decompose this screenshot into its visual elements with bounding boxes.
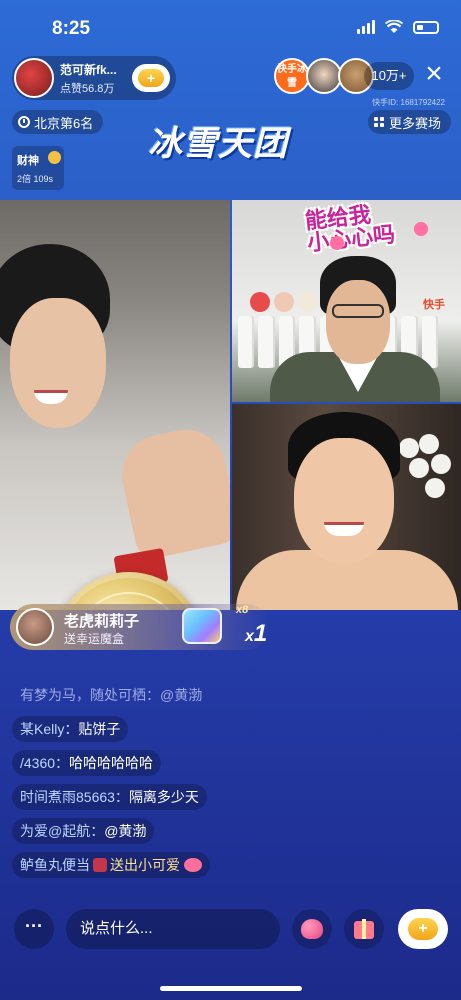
present-icon[interactable]	[344, 909, 384, 949]
guest-face	[294, 438, 394, 564]
gift-sender-name: 老虎莉莉子	[64, 613, 140, 630]
caishen-card[interactable]: 财神 2倍 109s	[12, 146, 64, 190]
host-info: 范可新fk... 点赞56.8万	[60, 61, 117, 96]
chat-gift-message[interactable]: 鲈鱼丸便当 送出小可爱	[12, 852, 210, 878]
gift-count: x1	[245, 620, 267, 648]
share-icon[interactable]: +	[398, 909, 448, 949]
gift-banner[interactable]: 老虎莉莉子 送幸运魔盒 x8 x1	[10, 604, 270, 650]
chat-user[interactable]: 为爱@起航：	[20, 818, 104, 844]
athlete-face	[10, 298, 106, 428]
chat-message[interactable]: 时间煮雨85663： 隔离多少天	[12, 784, 207, 810]
gift-count-value: 1	[253, 620, 268, 647]
caishen-timer: 2倍 109s	[17, 174, 54, 184]
caishen-title: 财神	[17, 155, 39, 167]
sticker-text: 能给我 小心心吗	[304, 202, 396, 256]
heart-sticker-icon	[330, 236, 344, 250]
guest-video-feed-2[interactable]	[232, 404, 461, 610]
follow-button[interactable]: +	[132, 64, 170, 92]
comment-input[interactable]: 说点什么...	[66, 909, 280, 949]
signal-icon	[357, 20, 375, 34]
viewer-avatar[interactable]	[306, 58, 342, 94]
guest-face	[326, 280, 390, 364]
main-video-feed[interactable]	[0, 200, 230, 610]
chat-text: 隔离多少天	[128, 789, 199, 805]
chat-user[interactable]: 鲈鱼丸便当	[20, 852, 90, 878]
location-label: 北京第6名	[34, 115, 94, 131]
host-avatar[interactable]	[14, 58, 54, 98]
heart-gift-icon	[184, 858, 202, 872]
glasses	[332, 304, 384, 318]
chat-list[interactable]: 有梦为马，随处可栖： @黄渤 某Kelly： 贴饼子 /4360： 哈哈哈哈哈哈 时间…	[12, 682, 312, 886]
bottom-bar: ··· 说点什么... +	[0, 905, 461, 955]
wifi-icon	[385, 20, 403, 33]
more-events-button[interactable]: 更多赛场	[367, 110, 451, 134]
more-events-label: 更多赛场	[388, 115, 441, 131]
chat-text: 贴饼子	[78, 721, 121, 737]
status-time: 8:25	[52, 18, 91, 39]
chat-text: 送出小可爱	[110, 857, 180, 873]
viewer-count[interactable]: 10万+	[364, 62, 414, 90]
host-info-pill[interactable]: 范可新fk... 点赞56.8万 +	[12, 56, 176, 100]
badge-icon	[93, 858, 107, 872]
chat-message[interactable]: 有梦为马，随处可栖： @黄渤	[12, 682, 210, 708]
heart-icon[interactable]	[292, 909, 332, 949]
athlete-hand	[114, 422, 230, 562]
host-likes: 点赞56.8万	[60, 82, 115, 95]
kuaishou-id: 快手ID: 1681792422	[372, 98, 445, 107]
share-label: +	[408, 918, 438, 940]
chat-message[interactable]: /4360： 哈哈哈哈哈哈	[12, 750, 162, 776]
gift-action: 送幸运魔盒	[64, 632, 125, 646]
flowers	[395, 434, 455, 504]
close-icon[interactable]: ×	[419, 59, 449, 90]
gift-sender-avatar[interactable]	[16, 608, 54, 646]
clock-icon	[18, 116, 30, 128]
chat-user[interactable]: 有梦为马，随处可栖：	[20, 682, 160, 708]
status-bar: 8:25	[0, 0, 461, 52]
status-icons	[357, 20, 439, 34]
home-indicator[interactable]	[160, 986, 302, 991]
heart-sticker-icon	[414, 222, 428, 236]
chat-message[interactable]: 为爱@起航： @黄渤	[12, 818, 155, 844]
chat-user[interactable]: 时间煮雨85663：	[20, 784, 129, 810]
gift-count-prefix: x	[245, 628, 254, 645]
chat-text: 哈哈哈哈哈哈	[69, 755, 154, 771]
chat-user[interactable]: /4360：	[20, 750, 69, 776]
chat-text: @黄渤	[104, 823, 147, 839]
gift-multiplier: x8	[236, 604, 249, 616]
battery-icon	[413, 20, 439, 34]
magic-box-icon	[182, 608, 222, 644]
location-rank-pill[interactable]: 北京第6名	[12, 110, 104, 134]
chat-text: @黄渤	[160, 687, 203, 703]
kuaishou-watermark: 快手	[423, 299, 445, 311]
viewer-avatar-badge[interactable]: 快手冰雪	[274, 58, 310, 94]
coin-icon	[48, 151, 61, 164]
more-options-button[interactable]: ···	[14, 909, 54, 949]
chat-user[interactable]: 某Kelly：	[20, 716, 78, 742]
host-name: 范可新fk...	[60, 62, 117, 77]
grid-icon	[373, 117, 384, 127]
guest-video-feed-1[interactable]: 快手 能给我 小心心吗	[232, 200, 461, 402]
viewer-avatars[interactable]: 快手冰雪	[274, 58, 374, 94]
follow-label: +	[138, 69, 164, 87]
event-logo: 冰雪天团	[148, 125, 288, 163]
chat-message[interactable]: 某Kelly： 贴饼子	[12, 716, 129, 742]
